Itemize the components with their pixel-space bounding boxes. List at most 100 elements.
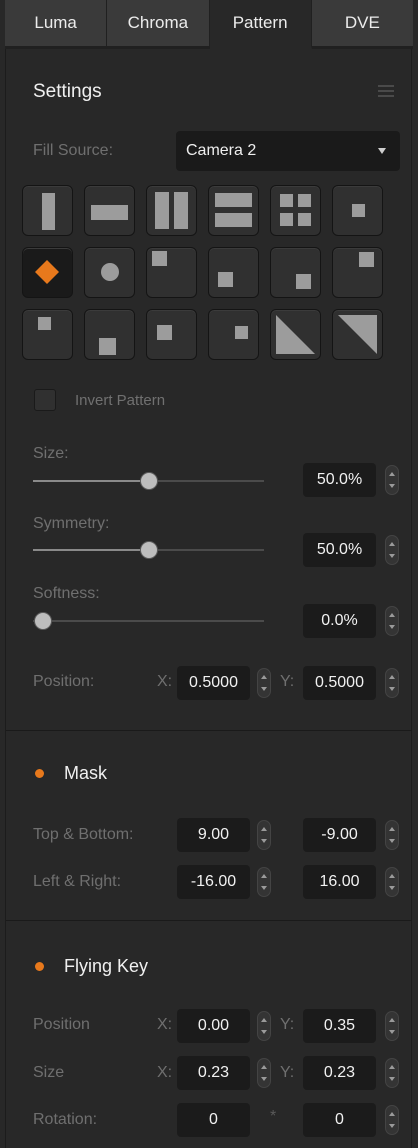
size-value[interactable]: 50.0% — [303, 463, 376, 497]
settings-title: Settings — [33, 81, 102, 102]
position-label: Position: — [33, 673, 95, 690]
flying-key-enabled-indicator[interactable] — [35, 962, 44, 971]
fk-size-x-input[interactable]: 0.23 — [177, 1056, 250, 1090]
circle-icon — [101, 263, 119, 281]
pattern-diamond-button[interactable] — [22, 247, 73, 298]
left-right-b-stepper[interactable] — [385, 867, 399, 897]
pattern-diagonal-top-left-button[interactable] — [332, 309, 383, 360]
top-bottom-label: Top & Bottom: — [33, 826, 134, 843]
tab-chroma[interactable]: Chroma — [107, 0, 210, 49]
pattern-diagonal-bottom-left-button[interactable] — [270, 309, 321, 360]
box-center-icon — [352, 204, 365, 217]
position-y-input[interactable]: 0.5000 — [303, 666, 376, 700]
box-top-left-icon — [38, 317, 51, 330]
horizontal-barn-door-icon — [215, 193, 252, 227]
top-bottom-b-input[interactable]: -9.00 — [303, 818, 376, 852]
flying-key-title: Flying Key — [64, 956, 149, 976]
tab-luma[interactable]: Luma — [5, 0, 108, 49]
fill-source-value: Camera 2 — [186, 142, 257, 159]
pattern-vertical-bar-button[interactable] — [22, 185, 73, 236]
pattern-box-left-center-button[interactable] — [146, 309, 197, 360]
fk-rotation-separator: * — [270, 1108, 277, 1125]
top-bottom-a-stepper[interactable] — [257, 820, 271, 850]
fk-size-y-label: Y: — [280, 1064, 295, 1081]
fk-position-y-input[interactable]: 0.35 — [303, 1009, 376, 1043]
diagonal-top-right-icon — [338, 315, 377, 354]
pattern-box-right-center-button[interactable] — [208, 309, 259, 360]
position-y-stepper[interactable] — [385, 668, 399, 698]
pattern-circle-button[interactable] — [84, 247, 135, 298]
position-x-label: X: — [157, 673, 173, 690]
fk-size-x-stepper[interactable] — [257, 1058, 271, 1088]
box-bottom-center-icon — [99, 338, 116, 355]
pattern-box-top-left-button[interactable] — [146, 247, 197, 298]
diamond-icon — [35, 260, 59, 284]
size-stepper[interactable] — [385, 465, 399, 495]
fk-rotation-label: Rotation: — [33, 1111, 98, 1128]
softness-value[interactable]: 0.0% — [303, 604, 376, 638]
left-right-a-stepper[interactable] — [257, 867, 271, 897]
symmetry-value[interactable]: 50.0% — [303, 533, 376, 567]
pattern-box-top-left-2-button[interactable] — [22, 309, 73, 360]
box-right-center-icon — [235, 326, 248, 339]
pattern-box-bottom-left-button[interactable] — [208, 247, 259, 298]
pattern-box-top-right-button[interactable] — [332, 247, 383, 298]
symmetry-label: Symmetry: — [33, 515, 110, 532]
tab-dve[interactable]: DVE — [311, 0, 413, 49]
pattern-grid — [22, 185, 386, 360]
vertical-bar-icon — [42, 193, 55, 230]
softness-label: Softness: — [33, 585, 100, 602]
fk-rotation-b-input[interactable]: 0 — [303, 1103, 376, 1137]
pattern-horizontal-barn-door-button[interactable] — [208, 185, 259, 236]
invert-pattern-checkbox[interactable] — [34, 389, 56, 411]
pattern-vertical-barn-door-button[interactable] — [146, 185, 197, 236]
four-corner-box-icon — [280, 194, 311, 226]
position-x-input[interactable]: 0.5000 — [177, 666, 250, 700]
divider — [6, 730, 412, 731]
softness-stepper[interactable] — [385, 606, 399, 636]
fk-position-x-label: X: — [157, 1016, 173, 1033]
left-right-b-input[interactable]: 16.00 — [303, 865, 376, 899]
tab-pattern[interactable]: Pattern — [209, 0, 312, 49]
size-slider[interactable] — [33, 471, 264, 491]
box-left-center-icon — [157, 325, 172, 340]
size-label: Size: — [33, 445, 69, 462]
left-right-label: Left & Right: — [33, 873, 122, 890]
symmetry-stepper[interactable] — [385, 535, 399, 565]
box-bottom-left-icon — [218, 272, 233, 287]
top-bottom-b-stepper[interactable] — [385, 820, 399, 850]
fk-position-x-input[interactable]: 0.00 — [177, 1009, 250, 1043]
fk-position-y-stepper[interactable] — [385, 1011, 399, 1041]
fk-rotation-a-input[interactable]: 0 — [177, 1103, 250, 1137]
fk-size-label: Size — [33, 1064, 65, 1081]
fk-size-y-stepper[interactable] — [385, 1058, 399, 1088]
menu-icon[interactable] — [378, 85, 394, 97]
top-bottom-a-input[interactable]: 9.00 — [177, 818, 250, 852]
pattern-corner-box-4-button[interactable] — [270, 185, 321, 236]
pattern-horizontal-bar-button[interactable] — [84, 185, 135, 236]
fk-position-x-stepper[interactable] — [257, 1011, 271, 1041]
pattern-box-center-button[interactable] — [332, 185, 383, 236]
diagonal-bottom-left-icon — [276, 315, 315, 354]
mask-enabled-indicator[interactable] — [35, 769, 44, 778]
tab-bar: Luma Chroma Pattern DVE — [5, 0, 413, 50]
box-bottom-right-icon — [296, 274, 311, 289]
pattern-box-bottom-center-button[interactable] — [84, 309, 135, 360]
invert-pattern-label: Invert Pattern — [75, 392, 166, 409]
symmetry-slider-handle[interactable] — [140, 541, 158, 559]
softness-slider[interactable] — [33, 611, 264, 631]
left-right-a-input[interactable]: -16.00 — [177, 865, 250, 899]
softness-slider-handle[interactable] — [34, 612, 52, 630]
fk-rotation-b-stepper[interactable] — [385, 1105, 399, 1135]
fk-size-x-label: X: — [157, 1064, 173, 1081]
size-slider-handle[interactable] — [140, 472, 158, 490]
position-x-stepper[interactable] — [257, 668, 271, 698]
fk-size-y-input[interactable]: 0.23 — [303, 1056, 376, 1090]
vertical-barn-door-icon — [155, 192, 188, 229]
mask-title: Mask — [64, 763, 108, 783]
chevron-down-icon — [378, 148, 386, 154]
position-y-label: Y: — [280, 673, 295, 690]
fill-source-dropdown[interactable]: Camera 2 — [176, 131, 400, 171]
pattern-box-bottom-right-button[interactable] — [270, 247, 321, 298]
symmetry-slider[interactable] — [33, 540, 264, 560]
